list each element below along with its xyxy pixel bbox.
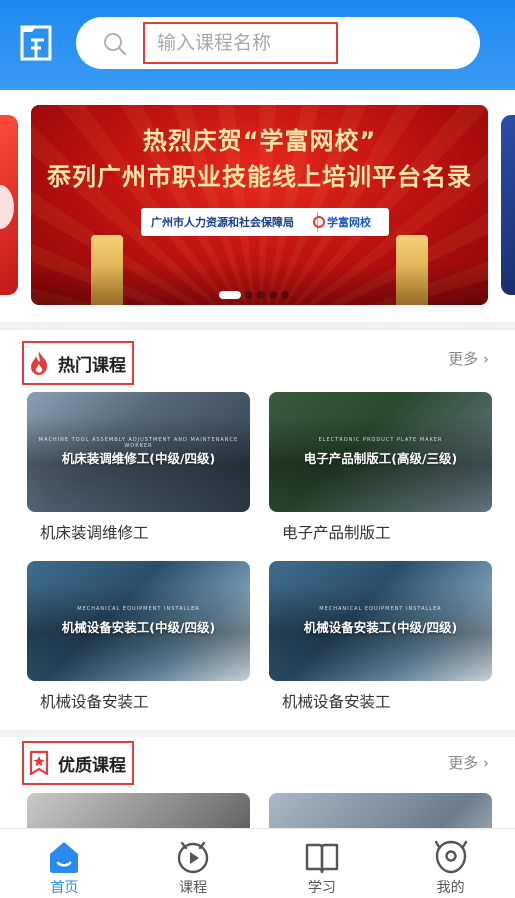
section-title: 热门课程 [58,355,126,376]
chevron-right-icon: › [478,754,489,772]
carousel-dot[interactable] [281,291,289,299]
play-icon [177,841,209,874]
app-header [0,0,515,90]
course-thumbnail [27,793,250,828]
brand-logo-icon [313,216,325,228]
menu-icon[interactable] [18,24,54,62]
badge-brand-name: 学富网校 [327,216,371,229]
section-header-highlight: 热门课程 [22,341,134,385]
banner-prev-peek[interactable] [0,115,18,295]
course-caption: 机械设备安装工(中级/四级) [303,620,458,635]
carousel-dot[interactable] [269,291,277,299]
banner-org-badge: 广州市人力资源和社会保障局 学富网校 [141,208,389,236]
hot-courses-section: 热门课程 更多 › MACHINE TOOL ASSEMBLY ADJUSTME… [0,330,515,730]
tab-label: 学习 [307,880,336,896]
more-label: 更多 [448,754,479,772]
tab-label: 我的 [436,880,465,896]
section-header-highlight: 优质课程 [22,741,134,785]
ribbon-star-icon [29,750,49,776]
book-icon [305,843,339,874]
tab-profile[interactable]: 我的 [386,829,515,898]
home-icon [50,842,79,873]
carousel-dot-active[interactable] [219,291,241,299]
search-icon [104,33,127,56]
tab-courses[interactable]: 课程 [129,829,258,898]
carousel-dot[interactable] [245,291,253,299]
course-name: 机械设备安装工 [40,693,149,711]
search-input-highlight [143,22,338,64]
chevron-right-icon: › [478,350,489,368]
more-link[interactable]: 更多 › [448,348,489,369]
course-caption: 电子产品制版工(高级/三级) [303,451,458,466]
course-thumbnail: MECHANICAL EQUIPMENT INSTALLER 机械设备安装工(中… [269,561,492,681]
course-name: 机械设备安装工 [282,693,391,711]
banner-next-peek[interactable] [501,115,515,295]
banner-carousel[interactable]: 热烈庆贺“学富网校” 忝列广州市职业技能线上培训平台名录 广州市人力资源和社会保… [0,90,515,322]
banner-headline: 热烈庆贺“学富网校” [142,127,377,155]
search-input[interactable] [157,29,332,57]
course-thumbnail: MECHANICAL EQUIPMENT INSTALLER 机械设备安装工(中… [27,561,250,681]
course-thumbnail: ELECTRONIC PRODUCT PLATE MAKER 电子产品制版工(高… [269,392,492,512]
course-name: 电子产品制版工 [282,524,391,542]
badge-org-name: 广州市人力资源和社会保障局 [151,216,294,229]
fire-icon [31,351,48,375]
section-title: 优质课程 [58,755,126,776]
carousel-indicator [219,291,289,299]
course-name: 机床装调维修工 [40,524,149,542]
bottom-tab-bar: 首页 课程 学习 我的 [0,828,515,898]
tab-study[interactable]: 学习 [258,829,387,898]
tab-label: 课程 [179,880,208,896]
carousel-dot[interactable] [257,291,265,299]
course-caption: 机床装调维修工(中级/四级) [61,451,216,466]
tab-home[interactable]: 首页 [0,829,129,898]
more-label: 更多 [448,350,479,368]
more-link[interactable]: 更多 › [448,752,489,773]
search-bar[interactable] [76,17,480,69]
tab-label: 首页 [50,880,79,896]
course-thumbnail: MACHINE TOOL ASSEMBLY ADJUSTMENT AND MAI… [27,392,250,512]
profile-icon [434,840,467,874]
course-caption: 机械设备安装工(中级/四级) [61,620,216,635]
course-thumbnail [269,793,492,828]
banner-slide[interactable]: 热烈庆贺“学富网校” 忝列广州市职业技能线上培训平台名录 广州市人力资源和社会保… [31,105,488,305]
quality-courses-section: 优质课程 更多 › [0,737,515,828]
banner-subheadline: 忝列广州市职业技能线上培训平台名录 [47,163,472,191]
